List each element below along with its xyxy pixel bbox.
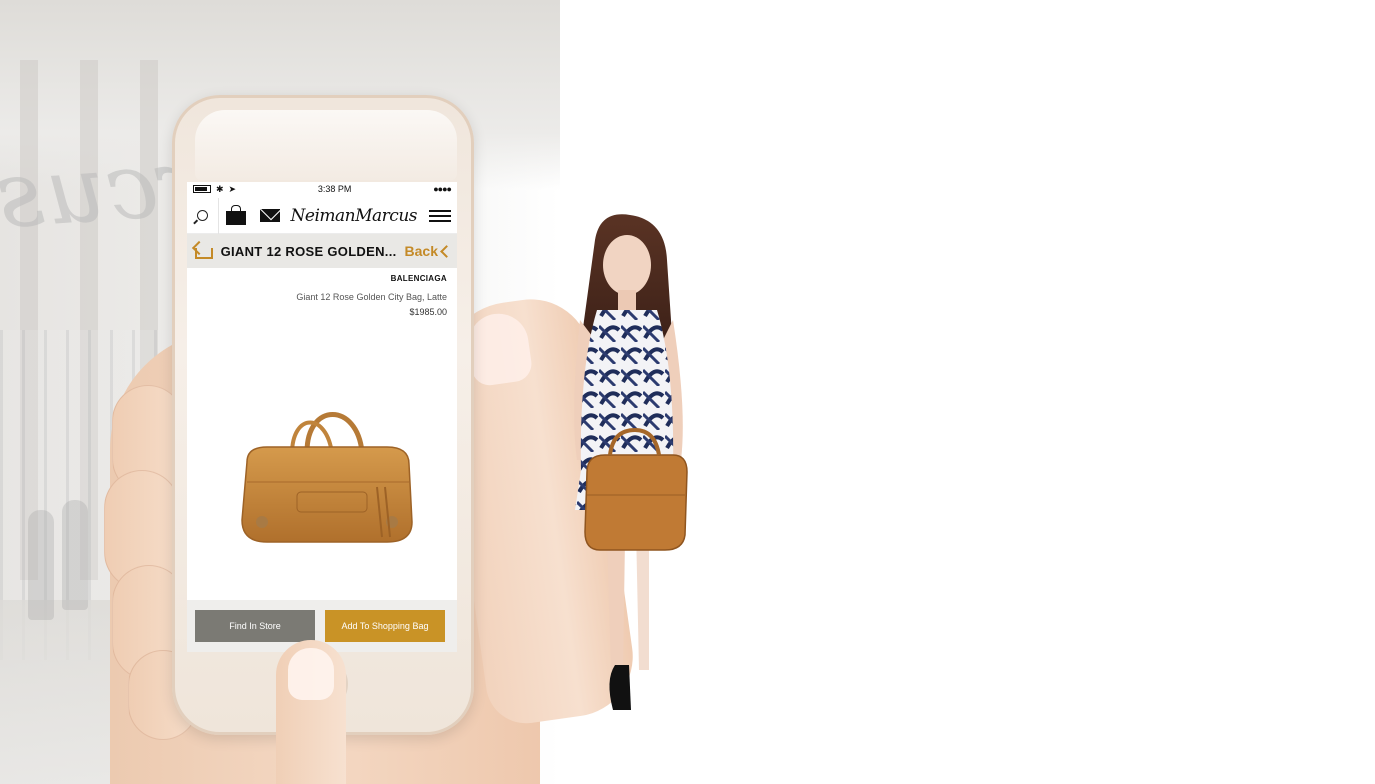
- status-time: 3:38 PM: [317, 184, 352, 194]
- app-header: NeimanMarcus: [187, 197, 457, 234]
- search-button[interactable]: [187, 197, 219, 234]
- index-finger: [276, 640, 346, 784]
- finger-nail: [288, 648, 334, 700]
- back-label: Back: [404, 243, 438, 259]
- product-price: $1985.00: [409, 307, 447, 317]
- promo-scene: Marcus ✱ ➤ 3:38 PM ●●●●: [0, 0, 1375, 784]
- search-icon: [197, 210, 208, 221]
- nav-bar: GIANT 12 ROSE GOLDEN... Back: [187, 234, 457, 268]
- find-in-store-button[interactable]: Find In Store: [195, 610, 315, 642]
- background-shopper: [62, 500, 88, 610]
- back-button[interactable]: Back: [404, 243, 453, 259]
- brand-logo[interactable]: NeimanMarcus: [287, 206, 429, 226]
- product-designer: BALENCIAGA: [390, 274, 447, 283]
- hamburger-menu-icon[interactable]: [429, 207, 451, 225]
- model-photo: [574, 214, 688, 710]
- location-arrow-icon: ➤: [228, 183, 237, 194]
- envelope-icon: [260, 209, 280, 222]
- chevron-left-icon: [440, 244, 453, 258]
- shopping-bag-button[interactable]: [219, 198, 253, 234]
- signal-strength-icon: ●●●●: [433, 184, 452, 194]
- product-image[interactable]: [237, 392, 417, 552]
- status-bar: ✱ ➤ 3:38 PM ●●●●: [187, 182, 457, 196]
- mail-button[interactable]: [253, 198, 287, 234]
- shopping-bag-icon: [226, 204, 246, 225]
- phone-screen: ✱ ➤ 3:38 PM ●●●● NeimanMarcus GIANT 12 R: [187, 182, 457, 652]
- phone-bezel-top: [195, 110, 457, 180]
- thumb-nail: [464, 309, 534, 388]
- add-to-bag-button[interactable]: Add To Shopping Bag: [325, 610, 445, 642]
- page-title: GIANT 12 ROSE GOLDEN...: [220, 243, 397, 259]
- background-shopper: [28, 510, 54, 620]
- share-icon[interactable]: [193, 243, 213, 259]
- status-left: ✱ ➤: [193, 184, 236, 195]
- bluetooth-icon: ✱: [216, 183, 224, 194]
- product-name: Giant 12 Rose Golden City Bag, Latte: [296, 292, 447, 302]
- battery-icon: [193, 185, 211, 193]
